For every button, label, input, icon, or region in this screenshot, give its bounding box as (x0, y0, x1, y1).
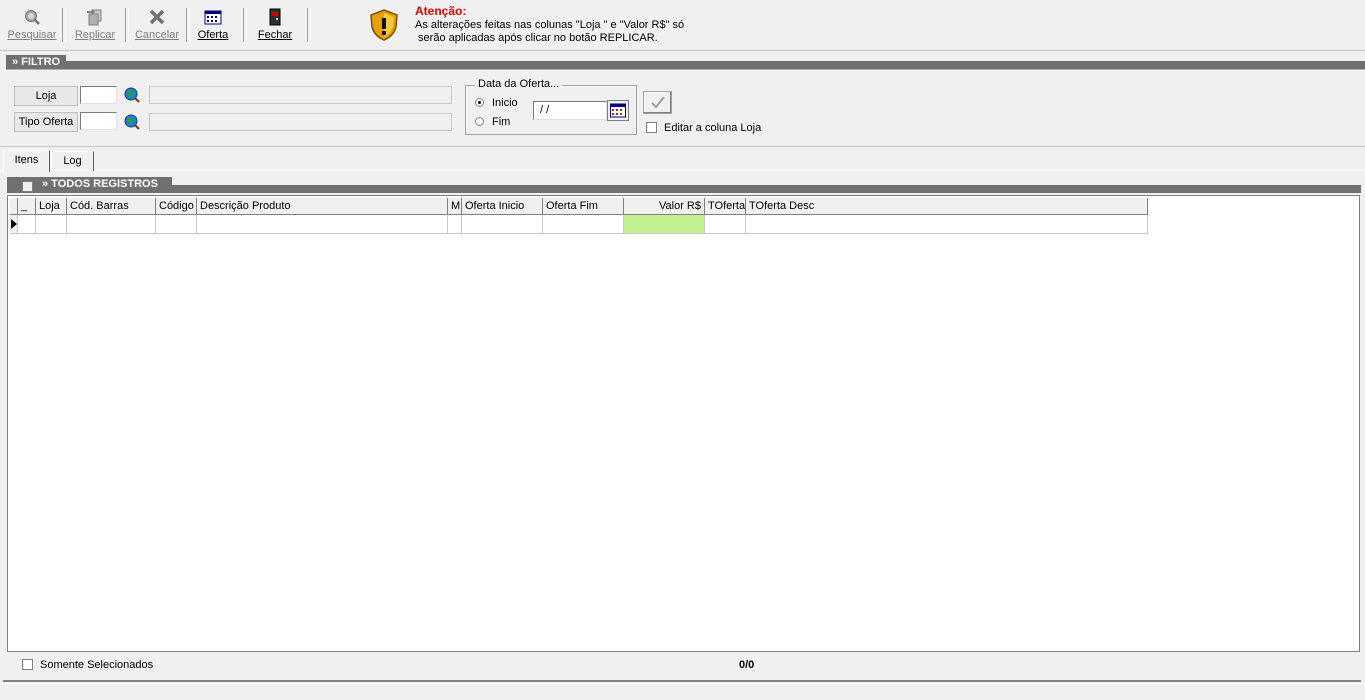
somente-selecionados-label: Somente Selecionados (40, 659, 154, 671)
grid-header-cod-barras[interactable]: Cód. Barras (67, 198, 156, 215)
registros-section-bar (168, 185, 1361, 193)
loja-label: Loja (14, 86, 78, 106)
grid-cell[interactable] (746, 215, 1148, 234)
warning-title: Atenção: (415, 4, 467, 18)
row-pointer-icon (11, 219, 17, 229)
grid-cell[interactable] (67, 215, 156, 234)
grid-header-codigo[interactable]: Código (156, 198, 197, 215)
date-input[interactable]: / / (533, 101, 607, 120)
registros-section-title: » TODOS REGISTROS (42, 178, 158, 190)
toolbar-separator (125, 8, 129, 42)
close-icon (149, 9, 165, 25)
grid-cell[interactable] (197, 215, 448, 234)
grid-header-loja[interactable]: Loja (36, 198, 67, 215)
divider (6, 69, 1365, 70)
grid-cell[interactable] (18, 215, 36, 234)
fechar-label: Fechar (257, 29, 293, 41)
tipo-oferta-label: Tipo Oferta (14, 112, 78, 132)
grid-cell[interactable] (156, 215, 197, 234)
calendar-button[interactable] (607, 100, 629, 121)
grid-cell[interactable] (36, 215, 67, 234)
grid-header-m[interactable]: M (448, 198, 462, 215)
grid-cell[interactable] (705, 215, 746, 234)
editar-coluna-loja-label: Editar a coluna Loja (664, 122, 762, 134)
cancelar-button[interactable]: Cancelar (133, 6, 181, 46)
status-bar (0, 683, 1365, 700)
grid-header-oferta-inicio[interactable]: Oferta Inicio (462, 198, 543, 215)
grid-header-toferta[interactable]: TOferta (705, 198, 746, 215)
calendar-icon (610, 103, 626, 118)
pesquisar-button[interactable]: Pesquisar (6, 6, 58, 46)
tipo-oferta-input[interactable] (80, 112, 117, 130)
toolbar-separator (307, 8, 311, 42)
warning-line-1: As alterações feitas nas colunas "Loja "… (415, 19, 685, 31)
data-oferta-group-title: Data da Oferta... (475, 78, 563, 90)
globe-search-icon[interactable] (124, 114, 140, 130)
loja-input[interactable] (80, 86, 117, 104)
loja-description-field (149, 86, 452, 104)
tipo-oferta-description-field (149, 113, 452, 131)
tab-itens[interactable]: Itens (3, 150, 50, 172)
toolbar: Pesquisar Replicar Cancelar Oferta Fecha… (0, 0, 1365, 51)
select-all-checkbox[interactable] (22, 181, 33, 192)
somente-selecionados-checkbox[interactable] (22, 659, 33, 670)
warning-shield-icon (370, 9, 398, 41)
toolbar-separator (186, 8, 190, 42)
filtro-section-title: » FILTRO (6, 55, 66, 69)
replicate-icon (87, 9, 102, 26)
radio-inicio[interactable] (475, 98, 484, 107)
grid-indicator-header (10, 198, 18, 215)
warning-line-2: serão aplicadas após clicar no botão REP… (415, 32, 658, 44)
grid-header-valor[interactable]: Valor R$ (624, 198, 705, 215)
items-grid[interactable]: _ Loja Cód. Barras Código Descrição Prod… (7, 195, 1360, 652)
tab-log[interactable]: Log (51, 151, 94, 171)
tab-itens-label: Itens (14, 154, 39, 166)
grid-cell-valor[interactable] (624, 215, 705, 234)
toolbar-separator (62, 8, 66, 42)
editar-coluna-loja-checkbox[interactable] (646, 122, 657, 133)
row-indicator (10, 215, 18, 234)
divider (0, 146, 1365, 147)
globe-search-icon[interactable] (124, 87, 140, 103)
oferta-button[interactable]: Oferta (192, 6, 234, 46)
oferta-label: Oferta (197, 29, 229, 41)
grid-header-oferta-fim[interactable]: Oferta Fim (543, 198, 624, 215)
radio-fim-label: Fim (492, 116, 511, 128)
record-counter: 0/0 (739, 659, 755, 671)
toolbar-separator (243, 8, 247, 42)
divider (3, 680, 1361, 682)
grid-cell[interactable] (462, 215, 543, 234)
search-icon (25, 10, 40, 25)
cancelar-label: Cancelar (134, 29, 180, 41)
grid-header-descricao[interactable]: Descrição Produto (197, 198, 448, 215)
filtro-section-tab: » FILTRO (6, 55, 66, 69)
calendar-icon (204, 10, 222, 25)
pesquisar-label: Pesquisar (7, 29, 57, 41)
tab-baseline (0, 170, 1365, 171)
filtro-section-bar (62, 61, 1365, 69)
grid-header-select[interactable]: _ (18, 198, 36, 215)
grid-header-toferta-desc[interactable]: TOferta Desc (746, 198, 1148, 215)
replicar-button[interactable]: Replicar (70, 6, 120, 46)
replicar-label: Replicar (74, 29, 116, 41)
radio-fim[interactable] (475, 117, 484, 126)
radio-inicio-label: Inicio (492, 97, 518, 109)
grid-cell[interactable] (448, 215, 462, 234)
tab-log-label: Log (63, 155, 82, 167)
fechar-button[interactable]: Fechar (252, 6, 298, 46)
checkmark-icon (651, 96, 665, 109)
grid-cell[interactable] (543, 215, 624, 234)
apply-filter-button[interactable] (643, 91, 672, 114)
exit-door-icon (269, 8, 281, 26)
